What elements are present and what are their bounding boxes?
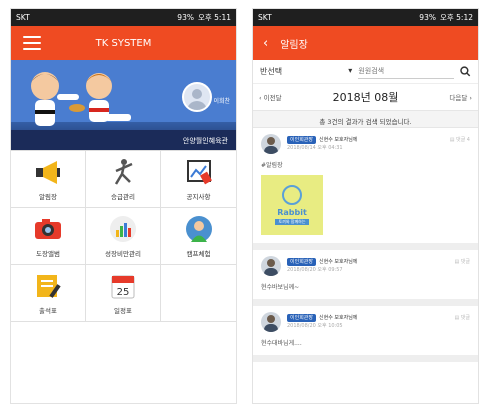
comment-label: 댓글 4	[456, 137, 470, 143]
role-badge: 이인희관장	[287, 314, 317, 322]
avatar	[261, 256, 281, 276]
search-input[interactable]	[358, 64, 455, 79]
comment-count[interactable]: ▤ 댓글 4	[450, 136, 470, 143]
role-badge: 이인희관장	[287, 136, 317, 144]
clock: 오후 5:11	[197, 13, 231, 22]
list-item[interactable]: 이인희관장 신현수 보호자님께 2018/08/14 오후 04:31 ▤ 댓글 …	[253, 128, 478, 250]
post-author: 신현수 보호자님께	[319, 137, 358, 143]
menu-label: 승급관리	[111, 192, 135, 201]
menu-label: 공지사항	[186, 192, 211, 201]
post-image[interactable]: Rabbit 토끼와 함께하는	[261, 175, 323, 235]
menu-label: 캠프체험	[186, 249, 211, 258]
menu-promotion[interactable]: 승급관리	[86, 151, 161, 208]
camp-person-icon	[185, 215, 212, 242]
rabbit-logo-icon	[282, 185, 302, 205]
back-arrow-icon[interactable]: ‹	[263, 36, 268, 51]
menu-schedule[interactable]: 25 일정표	[86, 265, 161, 322]
menu-album[interactable]: 도장앨범	[11, 208, 86, 265]
home-screen: SKT 93% 오후 5:11 TK SYSTEM 이희찬 안양월인혜육관 알림…	[10, 8, 237, 404]
status-bar: SKT 93% 오후 5:11	[11, 9, 236, 26]
menu-grid: 알림장 승급관리 공지사항 도장앨범 성장비만관리 캠프체험 출석표 25 일정…	[11, 150, 236, 322]
role-badge: 이인희관장	[287, 258, 317, 266]
app-bar: ‹ 알림장	[253, 26, 478, 60]
next-month-button[interactable]: 다음달 ›	[449, 92, 472, 102]
comment-label: 댓글	[460, 259, 470, 265]
prev-month-button[interactable]: ‹ 이전달	[259, 92, 282, 102]
menu-announcements[interactable]: 공지사항	[161, 151, 236, 208]
calendar-day: 25	[117, 287, 130, 298]
menu-empty	[161, 265, 236, 322]
search-icon[interactable]	[460, 66, 471, 77]
month-navigator: ‹ 이전달 2018년 08월 다음달 ›	[253, 84, 478, 110]
dropdown-arrow-icon: ▾	[348, 66, 353, 75]
post-author: 신현수 보호자님께	[319, 315, 358, 321]
avatar[interactable]	[182, 82, 212, 112]
menu-label: 일정표	[114, 306, 132, 315]
avatar	[261, 134, 281, 154]
image-word: Rabbit	[277, 208, 307, 217]
camera-icon	[35, 218, 61, 239]
status-bar: SKT 93% 오후 5:12	[253, 9, 478, 26]
martial-artist-icon	[114, 158, 133, 185]
post-author: 신현수 보호자님께	[319, 259, 358, 265]
menu-label: 알림장	[39, 192, 57, 201]
post-time: 2018/08/20 오후 10:05	[287, 323, 343, 329]
clock: 오후 5:12	[439, 13, 473, 22]
signal-level: 93%	[177, 13, 194, 22]
page-title: 알림장	[280, 39, 308, 51]
post-text: #알림장	[261, 162, 283, 169]
list-item[interactable]: 이인희관장 신현수 보호자님께 2018/08/20 오후 10:05 ▤ 댓글 …	[253, 306, 478, 362]
post-time: 2018/08/20 오후 09:57	[287, 267, 343, 273]
growth-chart-icon	[110, 215, 136, 242]
school-name: 안양월인혜육관	[11, 130, 236, 150]
post-text: 현수대바님게....	[261, 340, 302, 347]
avatar	[261, 312, 281, 332]
comment-count[interactable]: ▤ 댓글	[454, 314, 470, 321]
user-name: 이희찬	[213, 98, 230, 105]
menu-icon[interactable]	[23, 36, 41, 50]
menu-camp[interactable]: 캠프체험	[161, 208, 236, 265]
menu-label: 도장앨범	[36, 249, 60, 258]
megaphone-icon	[36, 160, 60, 184]
profile-banner: 이희찬 안양월인혜육관	[11, 60, 236, 150]
class-select[interactable]: 반선택 ▾	[260, 66, 352, 77]
carrier: SKT	[258, 13, 272, 22]
post-text: 현수바보님께~	[261, 284, 300, 291]
comment-label: 댓글	[460, 315, 470, 321]
next-month-label: 다음달	[449, 94, 468, 102]
calendar-icon: 25	[111, 275, 135, 298]
notice-book-screen: SKT 93% 오후 5:12 ‹ 알림장 반선택 ▾ ‹ 이전달 2018년 …	[252, 8, 479, 404]
app-bar: TK SYSTEM	[11, 26, 236, 60]
app-title: TK SYSTEM	[95, 37, 152, 49]
result-count: 총 3건의 결과가 검색 되었습니다.	[253, 110, 478, 128]
menu-notice-book[interactable]: 알림장	[11, 151, 86, 208]
signal-level: 93%	[419, 13, 436, 22]
menu-label: 성장비만관리	[105, 249, 141, 258]
menu-label: 출석표	[39, 306, 57, 315]
kids-taekwondo-illustration	[31, 72, 131, 126]
menu-growth[interactable]: 성장비만관리	[86, 208, 161, 265]
current-month: 2018년 08월	[332, 91, 399, 104]
list-item[interactable]: 이인희관장 신현수 보호자님께 2018/08/20 오후 09:57 ▤ 댓글 …	[253, 250, 478, 306]
post-time: 2018/08/14 오후 04:31	[287, 145, 343, 151]
prev-month-label: 이전달	[263, 94, 282, 102]
comment-count[interactable]: ▤ 댓글	[454, 258, 470, 265]
attendance-icon	[37, 274, 61, 298]
class-select-value: 반선택	[260, 67, 283, 76]
carrier: SKT	[16, 13, 30, 22]
notice-board-icon	[186, 159, 212, 184]
image-tag: 토끼와 함께하는	[275, 219, 309, 225]
menu-attendance[interactable]: 출석표	[11, 265, 86, 322]
filter-bar: 반선택 ▾	[253, 60, 478, 84]
